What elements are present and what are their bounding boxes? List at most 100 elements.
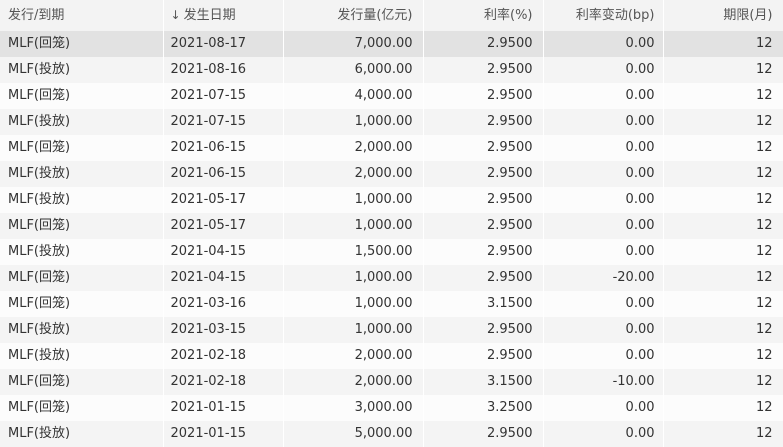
cell-amount: 4,000.00 bbox=[283, 83, 424, 109]
cell-type: MLF(回笼) bbox=[0, 291, 164, 317]
cell-term: 12 bbox=[663, 187, 783, 213]
table-row[interactable]: MLF(投放) 2021-03-15 1,000.00 2.9500 0.00 … bbox=[0, 317, 783, 343]
column-header-rate-change[interactable]: 利率变动(bp) bbox=[543, 0, 664, 31]
column-header-term[interactable]: 期限(月) bbox=[663, 0, 783, 31]
table-row[interactable]: MLF(投放) 2021-08-16 6,000.00 2.9500 0.00 … bbox=[0, 57, 783, 83]
cell-amount: 7,000.00 bbox=[283, 31, 424, 57]
cell-type: MLF(回笼) bbox=[0, 369, 164, 395]
cell-rate: 2.9500 bbox=[423, 317, 544, 343]
column-header-rate[interactable]: 利率(%) bbox=[423, 0, 544, 31]
cell-rate-change: 0.00 bbox=[543, 135, 664, 161]
cell-term: 12 bbox=[663, 135, 783, 161]
cell-date: 2021-07-15 bbox=[163, 109, 284, 135]
column-header-date[interactable]: ↓ 发生日期 bbox=[163, 0, 284, 31]
cell-date: 2021-03-15 bbox=[163, 317, 284, 343]
cell-amount: 1,000.00 bbox=[283, 265, 424, 291]
cell-rate-change: 0.00 bbox=[543, 109, 664, 135]
table-row[interactable]: MLF(回笼) 2021-05-17 1,000.00 2.9500 0.00 … bbox=[0, 213, 783, 239]
cell-term: 12 bbox=[663, 213, 783, 239]
cell-rate-change: 0.00 bbox=[543, 421, 664, 447]
cell-date: 2021-08-16 bbox=[163, 57, 284, 83]
cell-term: 12 bbox=[663, 265, 783, 291]
column-header-date-label: 发生日期 bbox=[183, 8, 236, 23]
cell-rate: 2.9500 bbox=[423, 265, 544, 291]
cell-amount: 2,000.00 bbox=[283, 343, 424, 369]
cell-amount: 3,000.00 bbox=[283, 395, 424, 421]
sort-descending-icon: ↓ bbox=[170, 8, 181, 22]
cell-amount: 1,000.00 bbox=[283, 187, 424, 213]
cell-rate: 2.9500 bbox=[423, 213, 544, 239]
cell-term: 12 bbox=[663, 343, 783, 369]
cell-amount: 5,000.00 bbox=[283, 421, 424, 447]
table-row[interactable]: MLF(回笼) 2021-03-16 1,000.00 3.1500 0.00 … bbox=[0, 291, 783, 317]
cell-date: 2021-02-18 bbox=[163, 369, 284, 395]
cell-term: 12 bbox=[663, 369, 783, 395]
cell-date: 2021-01-15 bbox=[163, 421, 284, 447]
table-row[interactable]: MLF(回笼) 2021-07-15 4,000.00 2.9500 0.00 … bbox=[0, 83, 783, 109]
table-row[interactable]: MLF(投放) 2021-07-15 1,000.00 2.9500 0.00 … bbox=[0, 109, 783, 135]
cell-term: 12 bbox=[663, 57, 783, 83]
cell-type: MLF(回笼) bbox=[0, 135, 164, 161]
cell-rate: 2.9500 bbox=[423, 109, 544, 135]
table-row[interactable]: MLF(投放) 2021-04-15 1,500.00 2.9500 0.00 … bbox=[0, 239, 783, 265]
cell-type: MLF(投放) bbox=[0, 343, 164, 369]
cell-date: 2021-05-17 bbox=[163, 187, 284, 213]
cell-rate: 2.9500 bbox=[423, 161, 544, 187]
cell-date: 2021-07-15 bbox=[163, 83, 284, 109]
table-row[interactable]: MLF(回笼) 2021-08-17 7,000.00 2.9500 0.00 … bbox=[0, 31, 783, 57]
table-body: MLF(回笼) 2021-08-17 7,000.00 2.9500 0.00 … bbox=[0, 31, 783, 447]
cell-rate-change: 0.00 bbox=[543, 395, 664, 421]
cell-rate-change: 0.00 bbox=[543, 239, 664, 265]
cell-date: 2021-06-15 bbox=[163, 161, 284, 187]
cell-amount: 2,000.00 bbox=[283, 161, 424, 187]
table-row[interactable]: MLF(回笼) 2021-01-15 3,000.00 3.2500 0.00 … bbox=[0, 395, 783, 421]
cell-rate: 2.9500 bbox=[423, 187, 544, 213]
cell-type: MLF(回笼) bbox=[0, 213, 164, 239]
cell-rate-change: 0.00 bbox=[543, 83, 664, 109]
cell-term: 12 bbox=[663, 109, 783, 135]
cell-rate: 2.9500 bbox=[423, 239, 544, 265]
cell-type: MLF(投放) bbox=[0, 109, 164, 135]
cell-term: 12 bbox=[663, 317, 783, 343]
column-header-amount[interactable]: 发行量(亿元) bbox=[283, 0, 424, 31]
cell-rate-change: 0.00 bbox=[543, 31, 664, 57]
cell-term: 12 bbox=[663, 83, 783, 109]
table-row[interactable]: MLF(投放) 2021-06-15 2,000.00 2.9500 0.00 … bbox=[0, 161, 783, 187]
table-header: 发行/到期 ↓ 发生日期 发行量(亿元) 利率(%) 利率变动(bp) 期限(月) bbox=[0, 0, 783, 31]
cell-rate: 3.1500 bbox=[423, 291, 544, 317]
cell-type: MLF(回笼) bbox=[0, 83, 164, 109]
cell-type: MLF(投放) bbox=[0, 57, 164, 83]
table-row[interactable]: MLF(投放) 2021-05-17 1,000.00 2.9500 0.00 … bbox=[0, 187, 783, 213]
table-row[interactable]: MLF(回笼) 2021-06-15 2,000.00 2.9500 0.00 … bbox=[0, 135, 783, 161]
cell-rate-change: -20.00 bbox=[543, 265, 664, 291]
cell-amount: 1,000.00 bbox=[283, 291, 424, 317]
cell-amount: 1,000.00 bbox=[283, 109, 424, 135]
cell-amount: 2,000.00 bbox=[283, 135, 424, 161]
cell-rate: 2.9500 bbox=[423, 83, 544, 109]
cell-rate: 2.9500 bbox=[423, 421, 544, 447]
cell-date: 2021-06-15 bbox=[163, 135, 284, 161]
table-row[interactable]: MLF(回笼) 2021-04-15 1,000.00 2.9500 -20.0… bbox=[0, 265, 783, 291]
cell-rate: 2.9500 bbox=[423, 31, 544, 57]
table-row[interactable]: MLF(投放) 2021-02-18 2,000.00 2.9500 0.00 … bbox=[0, 343, 783, 369]
cell-date: 2021-05-17 bbox=[163, 213, 284, 239]
cell-date: 2021-02-18 bbox=[163, 343, 284, 369]
cell-type: MLF(投放) bbox=[0, 161, 164, 187]
cell-type: MLF(回笼) bbox=[0, 395, 164, 421]
cell-rate: 2.9500 bbox=[423, 57, 544, 83]
table-row[interactable]: MLF(投放) 2021-01-15 5,000.00 2.9500 0.00 … bbox=[0, 421, 783, 447]
cell-amount: 1,500.00 bbox=[283, 239, 424, 265]
table-row[interactable]: MLF(回笼) 2021-02-18 2,000.00 3.1500 -10.0… bbox=[0, 369, 783, 395]
cell-rate-change: 0.00 bbox=[543, 213, 664, 239]
cell-rate-change: 0.00 bbox=[543, 187, 664, 213]
cell-date: 2021-01-15 bbox=[163, 395, 284, 421]
cell-date: 2021-08-17 bbox=[163, 31, 284, 57]
cell-type: MLF(回笼) bbox=[0, 265, 164, 291]
cell-term: 12 bbox=[663, 31, 783, 57]
cell-term: 12 bbox=[663, 421, 783, 447]
column-header-type[interactable]: 发行/到期 bbox=[0, 0, 164, 31]
cell-rate: 2.9500 bbox=[423, 343, 544, 369]
header-row: 发行/到期 ↓ 发生日期 发行量(亿元) 利率(%) 利率变动(bp) 期限(月) bbox=[0, 0, 783, 31]
cell-rate: 3.1500 bbox=[423, 369, 544, 395]
cell-type: MLF(投放) bbox=[0, 317, 164, 343]
